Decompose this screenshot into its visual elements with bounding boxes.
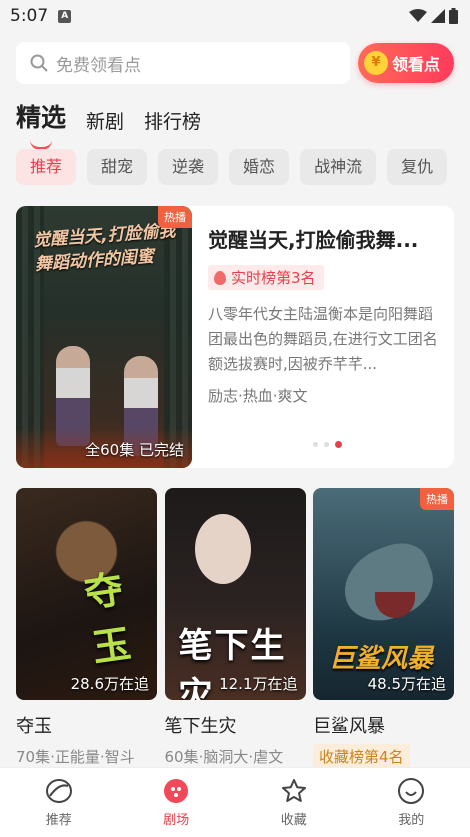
tab-featured-label: 精选 xyxy=(16,103,67,132)
nav-favorites-label: 收藏 xyxy=(280,813,307,828)
nav-recommend-label: 推荐 xyxy=(45,813,72,828)
flame-icon xyxy=(214,270,226,285)
nav-profile-label: 我的 xyxy=(398,813,425,828)
drama-card[interactable]: 巨鲨风暴 热播 48.5万在追 巨鲨风暴 收藏榜第4名 xyxy=(313,488,454,769)
tab-ranking[interactable]: 排行榜 xyxy=(144,107,201,136)
rank-chip[interactable]: 实时榜第3名 xyxy=(208,265,324,290)
nav-theater[interactable]: 剧场 xyxy=(118,768,236,837)
chip-comeback[interactable]: 逆袭 xyxy=(158,149,219,185)
chip-recommend[interactable]: 推荐 xyxy=(16,149,77,185)
star-icon xyxy=(281,779,306,802)
cover-art-title: 夺玉 xyxy=(81,566,134,671)
drama-card[interactable]: 笔下生灾 12.1万在追 笔下生灾 60集·脑洞大·虐文 xyxy=(164,488,306,769)
battery-icon xyxy=(449,8,458,24)
chip-sweet[interactable]: 甜宠 xyxy=(87,149,148,185)
search-row: 免费领看点 ¥ 领看点 xyxy=(16,42,454,84)
tab-featured[interactable]: 精选 xyxy=(16,98,67,150)
hot-badge: 热播 xyxy=(420,488,454,510)
nav-theater-label: 剧场 xyxy=(163,813,190,828)
drama-card[interactable]: 夺玉 28.6万在追 夺玉 70集·正能量·智斗 xyxy=(16,488,157,769)
hot-badge: 热播 xyxy=(158,206,192,228)
profile-icon xyxy=(398,778,425,804)
cover-portrait xyxy=(194,514,251,584)
featured-info: 觉醒当天,打脸偷我舞... 实时榜第3名 八零年代女主陆温衡本是向阳舞蹈团最出色… xyxy=(208,224,440,406)
featured-tags: 励志·热血·爽文 xyxy=(208,387,308,405)
coin-icon: ¥ xyxy=(364,51,388,75)
claim-coins-button[interactable]: ¥ 领看点 xyxy=(358,43,454,83)
bottom-nav: 推荐 剧场 收藏 我的 xyxy=(0,767,470,837)
featured-title[interactable]: 觉醒当天,打脸偷我舞... xyxy=(208,224,440,253)
chip-romance[interactable]: 婚恋 xyxy=(229,149,290,185)
wifi-icon xyxy=(409,9,427,22)
chip-war-god[interactable]: 战神流 xyxy=(300,149,377,185)
cover-art-title: 巨鲨风暴 xyxy=(329,644,434,674)
tab-new[interactable]: 新剧 xyxy=(86,107,124,136)
episode-status: 全60集 已完结 xyxy=(85,441,184,459)
search-placeholder: 免费领看点 xyxy=(56,55,141,76)
carousel-dot[interactable] xyxy=(313,442,318,447)
drama-cover[interactable]: 笔下生灾 12.1万在追 xyxy=(164,488,306,700)
chip-revenge[interactable]: 复仇 xyxy=(387,149,448,185)
drama-name[interactable]: 夺玉 xyxy=(16,712,157,738)
search-input[interactable]: 免费领看点 xyxy=(16,42,350,84)
category-chips: 推荐 甜宠 逆袭 婚恋 战神流 复仇 xyxy=(16,149,448,185)
follower-count: 48.5万在追 xyxy=(367,675,446,693)
featured-poster[interactable]: 觉醒当天,打脸偷我 舞蹈动作的闺蜜 热播 全60集 已完结 xyxy=(16,206,192,468)
follower-count: 28.6万在追 xyxy=(70,675,149,693)
status-time: 5:07 xyxy=(10,6,49,26)
search-icon xyxy=(30,54,48,72)
carousel-dot-active[interactable] xyxy=(335,441,342,448)
recommend-icon xyxy=(45,779,72,803)
collection-rank-badge: 收藏榜第4名 xyxy=(313,744,410,769)
drama-meta: 70集·正能量·智斗 xyxy=(16,748,135,766)
drama-name[interactable]: 巨鲨风暴 xyxy=(313,712,454,738)
top-tabs: 精选 新剧 排行榜 xyxy=(16,98,201,150)
drama-grid: 夺玉 28.6万在追 夺玉 70集·正能量·智斗 笔下生灾 12.1万在追 笔下… xyxy=(16,488,454,769)
nav-favorites[interactable]: 收藏 xyxy=(235,768,353,837)
nav-recommend[interactable]: 推荐 xyxy=(0,768,118,837)
theater-icon xyxy=(164,779,189,803)
drama-meta: 60集·脑洞大·虐文 xyxy=(164,748,284,766)
status-bar: 5:07 A xyxy=(0,0,470,32)
claim-coins-label: 领看点 xyxy=(392,55,441,74)
drama-cover[interactable]: 夺玉 28.6万在追 xyxy=(16,488,157,700)
drama-name[interactable]: 笔下生灾 xyxy=(165,712,306,738)
featured-description: 八零年代女主陆温衡本是向阳舞蹈团最出色的舞蹈员,在进行文工团名额选拔赛时,因被乔… xyxy=(208,305,438,373)
rank-label: 实时榜第3名 xyxy=(231,269,316,287)
notification-icon: A xyxy=(58,9,72,23)
carousel-dots xyxy=(313,441,342,448)
follower-count: 12.1万在追 xyxy=(219,675,298,693)
drama-cover[interactable]: 巨鲨风暴 热播 48.5万在追 xyxy=(313,488,454,700)
carousel-dot[interactable] xyxy=(324,442,329,447)
poster-title: 觉醒当天,打脸偷我 舞蹈动作的闺蜜 xyxy=(32,219,177,277)
featured-card[interactable]: 觉醒当天,打脸偷我 舞蹈动作的闺蜜 热播 全60集 已完结 觉醒当天,打脸偷我舞… xyxy=(16,206,454,468)
signal-icon xyxy=(431,9,445,23)
nav-profile[interactable]: 我的 xyxy=(353,768,470,837)
